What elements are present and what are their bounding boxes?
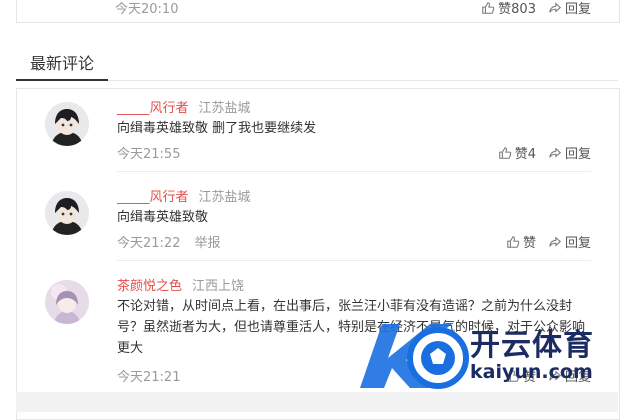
anime-avatar-icon <box>45 102 89 146</box>
reply-button[interactable]: 回复 <box>548 232 591 251</box>
comment-user-line: _____风行者 江苏盐城 <box>117 97 251 116</box>
tab-latest-comments[interactable]: 最新评论 <box>16 44 108 81</box>
comment-actions: 赞4 回复 <box>498 143 591 162</box>
user-location: 江西上饶 <box>192 279 245 294</box>
user-location: 江苏盐城 <box>198 190 251 205</box>
avatar[interactable] <box>45 191 89 235</box>
watermark-brand: 开云体育 <box>470 328 594 363</box>
girl-avatar-icon <box>45 280 89 324</box>
reply-arrow-icon <box>549 146 562 158</box>
avatar[interactable] <box>45 280 89 324</box>
comment-time: 今天21:22 <box>117 236 181 251</box>
reply-button[interactable]: 回复 <box>548 0 591 17</box>
report-link[interactable]: 举报 <box>194 236 220 251</box>
comment-meta: 今天21:22 举报 <box>117 232 220 251</box>
comments-tab-bar: 最新评论 <box>16 44 618 81</box>
like-label: 赞4 <box>514 147 536 162</box>
like-button[interactable]: 赞4 <box>498 143 536 162</box>
comment-time: 今天20:10 <box>115 2 179 17</box>
thumbs-up-icon <box>498 146 511 159</box>
like-button[interactable]: 赞803 <box>481 0 536 17</box>
reply-label: 回复 <box>564 2 591 17</box>
comment-meta: 今天21:21 <box>117 366 180 385</box>
footer-strip <box>16 392 618 412</box>
reply-arrow-icon <box>549 1 562 13</box>
anime-avatar-icon <box>45 191 89 235</box>
thumbs-up-icon <box>507 235 520 248</box>
previous-comment-card: 今天20:10 赞803 回复 <box>16 0 620 23</box>
user-location: 江苏盐城 <box>198 101 251 116</box>
comment-actions: 赞803 回复 <box>481 0 591 17</box>
thumbs-up-icon <box>482 1 495 14</box>
comment-text: 向缉毒英雄致敬 删了我也要继续发 <box>117 121 317 136</box>
comment-meta: 今天21:55 <box>117 143 180 162</box>
comment-divider <box>117 171 591 172</box>
reply-button[interactable]: 回复 <box>548 143 591 162</box>
user-nickname[interactable]: _____风行者 <box>117 190 189 205</box>
user-nickname[interactable]: 茶颜悦之色 <box>117 279 182 294</box>
like-label: 赞 <box>522 236 536 251</box>
comment-time: 今天21:21 <box>117 370 181 385</box>
user-nickname[interactable]: _____风行者 <box>117 101 189 116</box>
tab-label: 最新评论 <box>29 53 94 73</box>
watermark-domain: kaiyun.com <box>470 361 593 383</box>
comment-time: 今天21:55 <box>117 147 181 162</box>
comment-actions: 赞 回复 <box>506 232 591 251</box>
like-button[interactable]: 赞 <box>506 232 536 251</box>
reply-label: 回复 <box>564 236 591 251</box>
reply-label: 回复 <box>564 147 591 162</box>
reply-arrow-icon <box>549 235 562 247</box>
comment-text: 向缉毒英雄致敬 <box>117 210 209 225</box>
like-label: 赞803 <box>498 2 536 17</box>
comment-divider <box>117 260 591 261</box>
comment-user-line: 茶颜悦之色 江西上饶 <box>117 275 244 294</box>
avatar[interactable] <box>45 102 89 146</box>
comment-user-line: _____风行者 江苏盐城 <box>117 186 251 205</box>
